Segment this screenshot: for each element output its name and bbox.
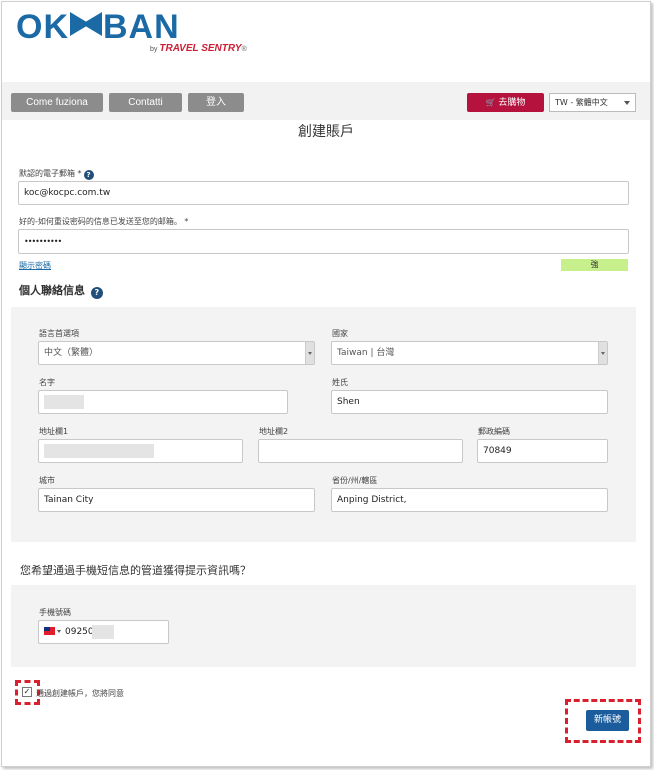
logo-mark-icon bbox=[70, 12, 102, 36]
logo-tagline: by TRAVEL SENTRY® bbox=[150, 43, 247, 54]
show-password-link[interactable]: 顯示密碼 bbox=[19, 260, 51, 271]
site-header: OK BAN by TRAVEL SENTRY® bbox=[2, 2, 650, 82]
create-account-button[interactable]: 新帳號 bbox=[586, 710, 629, 731]
city-input[interactable]: Tainan City bbox=[38, 488, 315, 512]
first-name-input[interactable] bbox=[38, 390, 288, 414]
redacted-text bbox=[44, 444, 154, 458]
state-input[interactable]: Anping District, bbox=[331, 488, 608, 512]
agree-checkbox[interactable]: ✓ bbox=[22, 687, 32, 697]
password-label: 好的-如何重设密码的信息已发送至您的邮箱。 * bbox=[19, 217, 189, 226]
sms-question: 您希望通過手機短信息的管道獲得提示資訊嗎？ bbox=[20, 564, 251, 577]
password-input[interactable]: •••••••••• bbox=[18, 229, 629, 254]
agree-text: 通過創建帳戶，您將同意 bbox=[36, 689, 124, 698]
login-button[interactable]: 登入 bbox=[188, 93, 244, 112]
password-strength-badge: 強 bbox=[561, 259, 628, 271]
postal-code-label: 郵政編碼 bbox=[478, 427, 510, 436]
email-label: 默認的電子郵箱 *? bbox=[19, 168, 94, 180]
address2-input[interactable] bbox=[258, 439, 463, 463]
state-label: 省份/州/轄區 bbox=[332, 476, 378, 485]
first-name-label: 名字 bbox=[39, 378, 55, 387]
how-it-works-button[interactable]: Come fuziona bbox=[11, 93, 103, 112]
address2-label: 地址欄2 bbox=[259, 427, 289, 436]
language-pref-label: 語言首選項 bbox=[39, 329, 79, 338]
chevron-down-icon bbox=[305, 342, 314, 364]
contact-section-title: 個人聯絡信息 ? bbox=[19, 282, 103, 299]
email-input[interactable]: koc@kocpc.com.tw bbox=[18, 181, 629, 205]
last-name-input[interactable]: Shen bbox=[331, 390, 608, 414]
language-select[interactable]: TW - 繁體中文 bbox=[549, 93, 636, 112]
cart-button[interactable]: 🛒 去購物 bbox=[467, 93, 544, 112]
phone-input[interactable]: 09250 bbox=[38, 620, 169, 644]
country-select[interactable]: Taiwan | 台灣 bbox=[331, 341, 608, 365]
redacted-text bbox=[44, 395, 84, 409]
phone-label: 手機號碼 bbox=[39, 608, 71, 617]
page-title: 創建賬戶 bbox=[298, 124, 354, 140]
logo-wordmark: OK BAN bbox=[16, 8, 180, 46]
postal-code-input[interactable]: 70849 bbox=[477, 439, 608, 463]
language-pref-select[interactable]: 中文（繁體） bbox=[38, 341, 315, 365]
cart-label: 去購物 bbox=[498, 98, 526, 108]
help-icon[interactable]: ? bbox=[83, 170, 94, 180]
city-label: 城市 bbox=[39, 476, 55, 485]
country-label: 國家 bbox=[332, 329, 348, 338]
redacted-text bbox=[92, 625, 114, 639]
cart-icon: 🛒 bbox=[485, 98, 496, 107]
navbar: Come fuziona Contatti 登入 🛒 去購物 TW - 繁體中文 bbox=[2, 82, 650, 120]
taiwan-flag-icon[interactable] bbox=[44, 627, 55, 635]
chevron-down-icon bbox=[624, 101, 630, 105]
okoban-logo[interactable]: OK BAN by TRAVEL SENTRY® bbox=[16, 8, 247, 54]
address1-label: 地址欄1 bbox=[39, 427, 69, 436]
browser-frame: OK BAN by TRAVEL SENTRY® Come fuziona Con… bbox=[1, 1, 651, 767]
last-name-label: 姓氏 bbox=[332, 378, 348, 387]
chevron-down-icon bbox=[57, 630, 61, 633]
contacts-button[interactable]: Contatti bbox=[109, 93, 182, 112]
address1-input[interactable] bbox=[38, 439, 243, 463]
chevron-down-icon bbox=[598, 342, 607, 364]
help-icon[interactable]: ? bbox=[90, 287, 103, 299]
